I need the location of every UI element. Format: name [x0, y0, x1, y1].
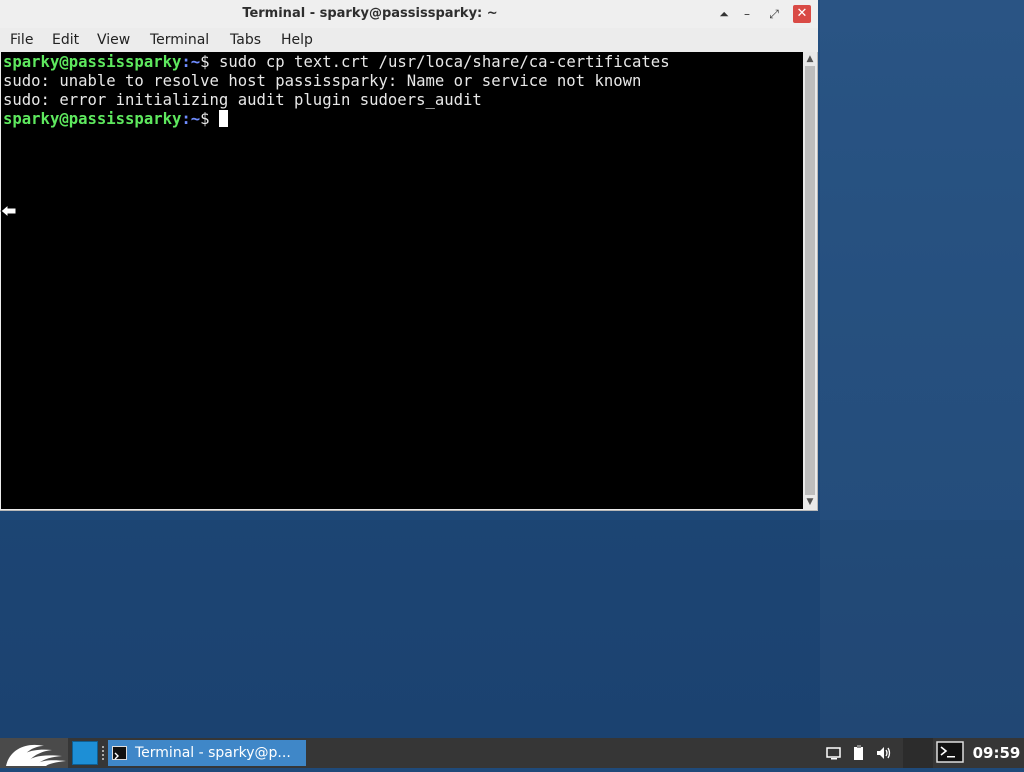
start-menu-icon	[6, 744, 66, 766]
command-line: sparky@passissparky:~$ sudo cp text.crt …	[3, 53, 670, 72]
active-prompt-symbol: $	[200, 110, 219, 128]
menu-edit[interactable]: Edit	[52, 28, 79, 52]
maximize-button[interactable]: ⤢	[765, 5, 783, 23]
scroll-thumb[interactable]	[805, 66, 815, 495]
taskbar: Terminal - sparky@p... 09:59	[0, 738, 1024, 768]
display-icon[interactable]	[825, 744, 843, 762]
volume-icon[interactable]	[875, 744, 893, 762]
close-button[interactable]: ✕	[793, 5, 811, 23]
desktop-pager-icon[interactable]	[72, 741, 98, 765]
mouse-pointer-icon	[0, 203, 17, 219]
scroll-down-arrow-icon[interactable]: ▼	[803, 495, 817, 509]
tray-spacer	[903, 738, 933, 768]
terminal-icon	[112, 746, 127, 760]
vertical-scrollbar[interactable]: ▲ ▼	[803, 52, 817, 509]
shade-button[interactable]: ⏶	[715, 5, 733, 23]
active-prompt-user: sparky@passissparky	[3, 110, 182, 128]
output-line-2: sudo: error initializing audit plugin su…	[3, 91, 482, 109]
prompt-path: :~	[181, 53, 201, 71]
window-title: Terminal - sparky@passissparky: ~	[242, 6, 498, 21]
menu-help[interactable]: Help	[281, 28, 313, 52]
menu-bar: File Edit View Terminal Tabs Help	[0, 28, 818, 52]
menu-tabs[interactable]: Tabs	[230, 28, 261, 52]
command-text: sudo cp text.crt /usr/loca/share/ca-cert…	[209, 53, 670, 71]
active-prompt-path: :~	[181, 110, 201, 128]
taskbar-separator-icon	[102, 746, 104, 760]
menu-file[interactable]: File	[10, 28, 33, 52]
terminal-launcher-icon[interactable]	[936, 741, 964, 763]
taskbar-item-terminal[interactable]: Terminal - sparky@p...	[108, 740, 306, 766]
menu-terminal[interactable]: Terminal	[150, 28, 209, 52]
menu-view[interactable]: View	[97, 28, 130, 52]
terminal-output[interactable]: sparky@passissparky:~$ sudo cp text.crt …	[1, 52, 803, 509]
prompt-user: sparky@passissparky	[3, 53, 182, 71]
title-bar[interactable]: Terminal - sparky@passissparky: ~ ⏶ – ⤢ …	[0, 0, 818, 28]
text-cursor	[218, 110, 228, 127]
output-line-1: sudo: unable to resolve host passisspark…	[3, 72, 642, 90]
minimize-button[interactable]: –	[738, 5, 756, 23]
desktop-shade-bottom	[0, 520, 1024, 738]
clock[interactable]: 09:59	[969, 738, 1024, 768]
active-prompt-line: sparky@passissparky:~$	[3, 110, 228, 129]
start-menu-button[interactable]	[0, 738, 68, 768]
scroll-up-arrow-icon[interactable]: ▲	[803, 52, 817, 66]
taskbar-item-label: Terminal - sparky@p...	[135, 745, 291, 761]
prompt-symbol: $	[200, 53, 210, 71]
clipboard-icon[interactable]	[850, 744, 868, 762]
terminal-window: Terminal - sparky@passissparky: ~ ⏶ – ⤢ …	[0, 0, 818, 511]
